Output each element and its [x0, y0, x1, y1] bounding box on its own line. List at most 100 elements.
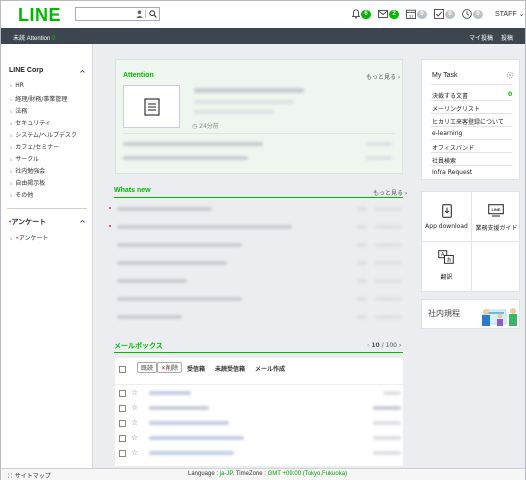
sidebar-item-finance[interactable]: ↳ 経理/財務/事業管理 — [9, 94, 67, 103]
next-page-icon[interactable]: › — [399, 342, 401, 349]
phone-download-icon — [442, 204, 452, 218]
sidebar-item-hr[interactable]: ↳ HR — [9, 82, 24, 89]
star-icon[interactable]: ☆ — [131, 419, 138, 427]
star-icon[interactable]: ☆ — [131, 449, 138, 457]
mail-row-checkbox[interactable] — [119, 450, 126, 457]
language-value[interactable]: ja-JP — [220, 471, 233, 477]
user-search-icon[interactable] — [136, 10, 143, 18]
whats-new-item[interactable] — [117, 207, 212, 211]
star-icon[interactable]: ☆ — [131, 404, 138, 412]
post-link[interactable]: 投稿 — [501, 33, 513, 42]
task-employee-search[interactable]: 社員検索 — [432, 156, 456, 165]
support-guide-label: 業務支援ガイド — [475, 225, 518, 232]
mail-row-subject[interactable] — [149, 421, 229, 425]
sidebar-item-security[interactable]: ↳ セキュリティ — [9, 118, 51, 127]
line-logo[interactable]: LINE — [18, 5, 61, 26]
sitemap-link[interactable]: ∷ サイトマップ — [7, 471, 51, 480]
mail-row-subject[interactable] — [149, 406, 209, 410]
header: LINE 6 2 31 0 0 0 STAFF ⌄ — [1, 1, 525, 28]
chevron-up-icon[interactable] — [80, 69, 85, 74]
history-button[interactable]: 0 — [462, 8, 483, 20]
timezone-value[interactable]: GMT +09:00 (Tokyo,Fukuoka) — [268, 471, 347, 477]
sidebar-item-helpdesk[interactable]: ↳ システム/ヘルプデスク — [9, 130, 77, 139]
delete-button[interactable]: ✕削除 — [157, 362, 183, 373]
support-guide-tile[interactable]: LINE 業務支援ガイド — [472, 192, 521, 241]
star-icon[interactable]: ☆ — [131, 389, 138, 397]
notification-button[interactable]: 6 — [352, 8, 371, 20]
mail-row-subject[interactable] — [149, 451, 234, 455]
clock-icon: ◷ — [192, 123, 198, 130]
bell-badge: 6 — [361, 9, 371, 19]
task-office-band[interactable]: オフィスバンド — [432, 143, 474, 152]
calendar-button[interactable]: 31 0 — [406, 8, 427, 20]
whats-new-more-link[interactable]: もっと見る › — [373, 188, 407, 197]
sidebar-item-other[interactable]: ↳ その他 — [9, 190, 33, 199]
attention-more-link[interactable]: もっと見る › — [366, 72, 400, 81]
attention-list-item[interactable] — [123, 156, 248, 160]
mail-button[interactable]: 2 — [378, 8, 399, 20]
user-name: STAFF — [495, 11, 517, 18]
mail-row-checkbox[interactable] — [119, 420, 126, 427]
mail-badge: 2 — [389, 9, 399, 19]
task-approve-count: 0 — [508, 91, 513, 98]
whats-new-item[interactable] — [117, 297, 242, 301]
inbox-link[interactable]: 受信箱 — [187, 364, 205, 373]
user-menu[interactable]: STAFF ⌄ — [495, 10, 524, 18]
sidebar-item-free-board[interactable]: ↳ 自由掲示板 — [9, 178, 45, 187]
task-e-learning[interactable]: e-learning — [432, 130, 462, 137]
star-icon[interactable]: ☆ — [131, 434, 138, 442]
svg-text:31: 31 — [409, 13, 414, 18]
new-dot-icon — [109, 225, 111, 227]
compose-mail-link[interactable]: メール作成 — [255, 364, 285, 373]
attention-list-date — [366, 156, 392, 160]
chevron-up-icon[interactable] — [80, 219, 85, 224]
whats-new-item[interactable] — [117, 261, 227, 265]
task-approve-docs[interactable]: 決裁する文書 — [432, 91, 468, 100]
attention-time: ◷ 24分前 — [192, 123, 219, 130]
mark-read-button[interactable]: 既読 — [137, 362, 158, 373]
mail-row-checkbox[interactable] — [119, 435, 126, 442]
grid-icon: ∷ — [7, 474, 14, 480]
company-rules-label: 社内規程 — [428, 309, 460, 318]
mail-row-checkbox[interactable] — [119, 405, 126, 412]
whats-new-item[interactable] — [117, 279, 187, 283]
mailbox-pagination: ‹ 10 / 100 › — [367, 342, 402, 349]
company-rules-banner[interactable]: 社内規程 — [421, 299, 520, 329]
my-posts-link[interactable]: マイ投稿 — [469, 33, 493, 42]
select-all-checkbox[interactable] — [119, 366, 126, 373]
sidebar-item-legal[interactable]: ↳ 法務 — [9, 106, 27, 115]
whats-new-item[interactable] — [117, 315, 182, 319]
sidebar-item-cafe[interactable]: ↳ カフェ/セミナー — [9, 142, 59, 151]
todo-button[interactable]: 0 — [434, 8, 455, 20]
whats-new-item[interactable] — [117, 243, 242, 247]
gear-icon[interactable] — [506, 71, 514, 79]
sidebar-group-line-corp[interactable]: LINE Corp — [9, 67, 43, 74]
attention-list-item[interactable] — [123, 142, 263, 146]
mail-row-checkbox[interactable] — [119, 390, 126, 397]
prev-page-icon[interactable]: ‹ — [367, 342, 369, 349]
mail-row-subject[interactable] — [149, 436, 244, 440]
translate-tile[interactable]: Aあ 翻訳 — [422, 242, 471, 291]
search-input[interactable] — [75, 7, 160, 21]
clock-badge: 0 — [473, 9, 483, 19]
sidebar: LINE Corp ↳ HR ↳ 経理/財務/事業管理 ↳ 法務 ↳ セキュリティ ↳ シ… — [1, 44, 93, 468]
attention-list-date — [366, 142, 392, 146]
task-infra-request[interactable]: Infra Request — [432, 169, 472, 176]
sidebar-group-survey[interactable]: •アンケート — [9, 217, 46, 227]
unread-attention-link[interactable]: 未読 Attention 0 — [13, 33, 55, 42]
task-mailing-list[interactable]: メーリングリスト — [432, 104, 480, 113]
sidebar-item-circle[interactable]: ↳ サークル — [9, 154, 39, 163]
mail-row-sender[interactable] — [149, 391, 191, 395]
app-download-tile[interactable]: App download — [422, 192, 471, 241]
footer: ∷ サイトマップ Language : ja-JP, TimeZone : GM… — [1, 468, 525, 480]
unread-inbox-link[interactable]: 未読受信箱 — [215, 364, 245, 373]
attention-document-thumbnail[interactable] — [123, 85, 180, 128]
task-visitor-registration[interactable]: ヒカリエ来客登録について — [432, 117, 504, 126]
search-icon[interactable] — [149, 10, 157, 18]
unread-attention-count: 0 — [52, 36, 56, 42]
attention-headline[interactable] — [194, 88, 304, 93]
sidebar-item-study[interactable]: ↳ 社内勉強会 — [9, 166, 45, 175]
whats-new-item[interactable] — [117, 225, 292, 229]
sidebar-item-survey[interactable]: ↳ •アンケート — [9, 233, 49, 242]
my-task-title: My Task — [432, 72, 458, 79]
